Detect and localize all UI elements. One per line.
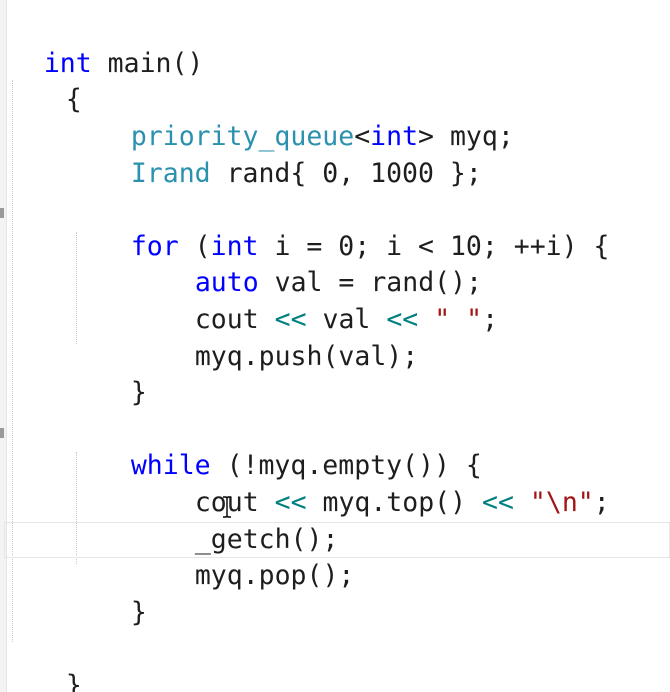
code-text: ; bbox=[482, 304, 499, 335]
close-brace: } bbox=[130, 377, 147, 408]
code-editor[interactable]: int main() { priority_queue<int> myq; Ir… bbox=[0, 0, 670, 692]
code-line[interactable]: cout << myq.top() << "\n"; bbox=[131, 449, 610, 518]
code-line[interactable]: cout << val << " "; bbox=[131, 266, 498, 335]
code-text: ; bbox=[593, 487, 610, 518]
code-line[interactable]: priority_queue<int> myq; bbox=[67, 83, 514, 152]
code-text: rand{ 0, 1000 }; bbox=[210, 158, 482, 189]
code-line[interactable]: } bbox=[67, 559, 147, 628]
operator-token: << bbox=[482, 487, 514, 518]
close-brace: } bbox=[130, 597, 147, 628]
code-line[interactable]: { bbox=[2, 46, 82, 115]
string-literal: "\n" bbox=[529, 487, 594, 518]
code-line[interactable]: } bbox=[67, 339, 147, 408]
code-text: myq.push(val); bbox=[194, 341, 419, 372]
type-token: Irand bbox=[130, 158, 211, 189]
outline-marker bbox=[0, 428, 4, 438]
code-line[interactable]: auto val = rand(); bbox=[131, 229, 482, 298]
code-line[interactable]: int main() bbox=[0, 10, 204, 79]
close-brace: } bbox=[65, 670, 82, 692]
outline-marker bbox=[0, 208, 4, 218]
code-line[interactable]: while (!myq.empty()) { bbox=[67, 412, 482, 481]
string-literal: " " bbox=[434, 304, 483, 335]
code-text: main() bbox=[91, 48, 204, 79]
code-line[interactable]: } bbox=[2, 632, 82, 692]
code-line[interactable]: myq.push(val); bbox=[131, 303, 418, 372]
code-line[interactable]: myq.pop(); bbox=[131, 522, 355, 591]
code-text: myq.pop(); bbox=[194, 560, 355, 591]
code-line[interactable]: Irand rand{ 0, 1000 }; bbox=[67, 120, 482, 189]
code-line[interactable]: for (int i = 0; i < 10; ++i) { bbox=[67, 193, 610, 262]
code-line[interactable]: _getch(); bbox=[131, 486, 339, 555]
i-beam-cursor-icon bbox=[222, 496, 232, 518]
